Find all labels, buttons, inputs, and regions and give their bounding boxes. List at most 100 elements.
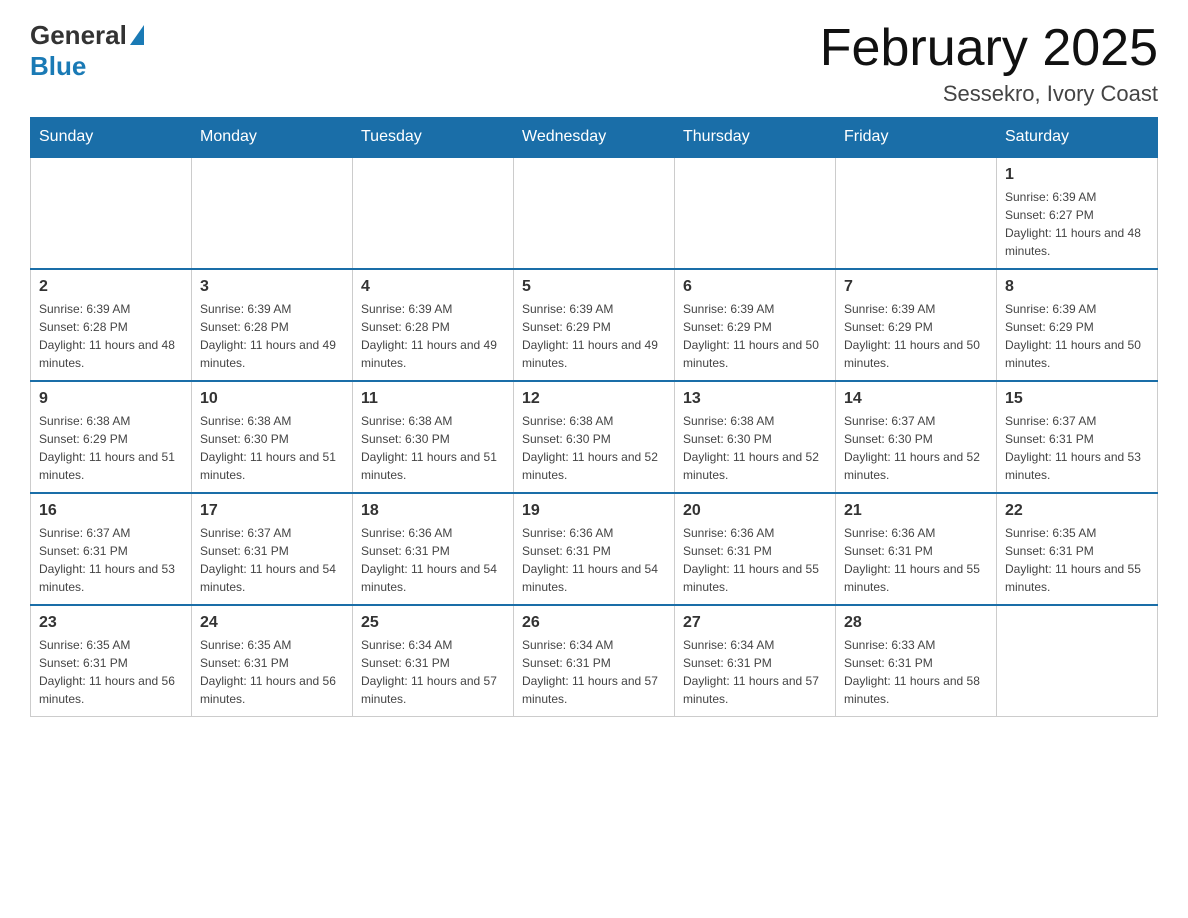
calendar-cell: 13 Sunrise: 6:38 AMSunset: 6:30 PMDayligh… bbox=[675, 381, 836, 493]
calendar-cell bbox=[353, 157, 514, 269]
day-info: Sunrise: 6:39 AMSunset: 6:29 PMDaylight:… bbox=[522, 300, 666, 372]
calendar-table: SundayMondayTuesdayWednesdayThursdayFrid… bbox=[30, 117, 1158, 717]
day-info: Sunrise: 6:39 AMSunset: 6:27 PMDaylight:… bbox=[1005, 188, 1149, 260]
day-info: Sunrise: 6:38 AMSunset: 6:30 PMDaylight:… bbox=[361, 412, 505, 484]
calendar-cell bbox=[836, 157, 997, 269]
calendar-cell: 8 Sunrise: 6:39 AMSunset: 6:29 PMDaylight… bbox=[997, 269, 1158, 381]
calendar-cell: 18 Sunrise: 6:36 AMSunset: 6:31 PMDayligh… bbox=[353, 493, 514, 605]
day-number: 19 bbox=[522, 502, 666, 520]
calendar-cell: 14Sunrise: 6:37 AMSunset: 6:30 PMDayligh… bbox=[836, 381, 997, 493]
day-number: 14 bbox=[844, 390, 988, 408]
calendar-cell: 23 Sunrise: 6:35 AMSunset: 6:31 PMDayligh… bbox=[31, 605, 192, 717]
calendar-cell: 12 Sunrise: 6:38 AMSunset: 6:30 PMDayligh… bbox=[514, 381, 675, 493]
day-number: 18 bbox=[361, 502, 505, 520]
day-info: Sunrise: 6:39 AMSunset: 6:28 PMDaylight:… bbox=[39, 300, 183, 372]
calendar-cell: 19 Sunrise: 6:36 AMSunset: 6:31 PMDayligh… bbox=[514, 493, 675, 605]
day-number: 8 bbox=[1005, 278, 1149, 296]
day-number: 9 bbox=[39, 390, 183, 408]
week-row-3: 9 Sunrise: 6:38 AMSunset: 6:29 PMDaylight… bbox=[31, 381, 1158, 493]
calendar-title: February 2025 bbox=[820, 20, 1158, 77]
calendar-cell bbox=[31, 157, 192, 269]
calendar-cell: 9 Sunrise: 6:38 AMSunset: 6:29 PMDaylight… bbox=[31, 381, 192, 493]
calendar-cell: 10 Sunrise: 6:38 AMSunset: 6:30 PMDayligh… bbox=[192, 381, 353, 493]
day-number: 10 bbox=[200, 390, 344, 408]
day-number: 23 bbox=[39, 614, 183, 632]
day-info: Sunrise: 6:38 AMSunset: 6:30 PMDaylight:… bbox=[683, 412, 827, 484]
day-number: 3 bbox=[200, 278, 344, 296]
calendar-cell: 17Sunrise: 6:37 AMSunset: 6:31 PMDayligh… bbox=[192, 493, 353, 605]
calendar-cell bbox=[514, 157, 675, 269]
day-number: 24 bbox=[200, 614, 344, 632]
day-info: Sunrise: 6:36 AMSunset: 6:31 PMDaylight:… bbox=[522, 524, 666, 596]
day-number: 21 bbox=[844, 502, 988, 520]
weekday-header-monday: Monday bbox=[192, 118, 353, 158]
weekday-header-friday: Friday bbox=[836, 118, 997, 158]
day-info: Sunrise: 6:35 AMSunset: 6:31 PMDaylight:… bbox=[200, 636, 344, 708]
calendar-subtitle: Sessekro, Ivory Coast bbox=[820, 81, 1158, 107]
calendar-cell: 3 Sunrise: 6:39 AMSunset: 6:28 PMDaylight… bbox=[192, 269, 353, 381]
logo-triangle-icon bbox=[130, 25, 144, 45]
day-info: Sunrise: 6:34 AMSunset: 6:31 PMDaylight:… bbox=[361, 636, 505, 708]
day-info: Sunrise: 6:33 AMSunset: 6:31 PMDaylight:… bbox=[844, 636, 988, 708]
calendar-cell: 16Sunrise: 6:37 AMSunset: 6:31 PMDayligh… bbox=[31, 493, 192, 605]
day-number: 20 bbox=[683, 502, 827, 520]
day-number: 4 bbox=[361, 278, 505, 296]
calendar-cell: 2 Sunrise: 6:39 AMSunset: 6:28 PMDaylight… bbox=[31, 269, 192, 381]
day-number: 17 bbox=[200, 502, 344, 520]
day-number: 11 bbox=[361, 390, 505, 408]
day-number: 15 bbox=[1005, 390, 1149, 408]
weekday-header-tuesday: Tuesday bbox=[353, 118, 514, 158]
calendar-cell: 28 Sunrise: 6:33 AMSunset: 6:31 PMDayligh… bbox=[836, 605, 997, 717]
calendar-cell bbox=[675, 157, 836, 269]
day-info: Sunrise: 6:37 AMSunset: 6:31 PMDaylight:… bbox=[1005, 412, 1149, 484]
day-number: 27 bbox=[683, 614, 827, 632]
day-info: Sunrise: 6:36 AMSunset: 6:31 PMDaylight:… bbox=[361, 524, 505, 596]
week-row-1: 1 Sunrise: 6:39 AMSunset: 6:27 PMDaylight… bbox=[31, 157, 1158, 269]
day-info: Sunrise: 6:35 AMSunset: 6:31 PMDaylight:… bbox=[1005, 524, 1149, 596]
calendar-cell: 6Sunrise: 6:39 AMSunset: 6:29 PMDaylight… bbox=[675, 269, 836, 381]
day-number: 2 bbox=[39, 278, 183, 296]
day-number: 26 bbox=[522, 614, 666, 632]
calendar-cell: 25 Sunrise: 6:34 AMSunset: 6:31 PMDayligh… bbox=[353, 605, 514, 717]
day-info: Sunrise: 6:39 AMSunset: 6:28 PMDaylight:… bbox=[200, 300, 344, 372]
day-info: Sunrise: 6:34 AMSunset: 6:31 PMDaylight:… bbox=[522, 636, 666, 708]
day-info: Sunrise: 6:34 AMSunset: 6:31 PMDaylight:… bbox=[683, 636, 827, 708]
calendar-cell bbox=[192, 157, 353, 269]
day-info: Sunrise: 6:35 AMSunset: 6:31 PMDaylight:… bbox=[39, 636, 183, 708]
page-header: General Blue February 2025 Sessekro, Ivo… bbox=[30, 20, 1158, 107]
title-section: February 2025 Sessekro, Ivory Coast bbox=[820, 20, 1158, 107]
calendar-cell: 27 Sunrise: 6:34 AMSunset: 6:31 PMDayligh… bbox=[675, 605, 836, 717]
calendar-cell: 26 Sunrise: 6:34 AMSunset: 6:31 PMDayligh… bbox=[514, 605, 675, 717]
calendar-cell: 15 Sunrise: 6:37 AMSunset: 6:31 PMDayligh… bbox=[997, 381, 1158, 493]
day-number: 13 bbox=[683, 390, 827, 408]
logo-general-text: General bbox=[30, 20, 127, 51]
day-number: 5 bbox=[522, 278, 666, 296]
day-info: Sunrise: 6:39 AMSunset: 6:29 PMDaylight:… bbox=[844, 300, 988, 372]
week-row-5: 23 Sunrise: 6:35 AMSunset: 6:31 PMDayligh… bbox=[31, 605, 1158, 717]
day-info: Sunrise: 6:38 AMSunset: 6:30 PMDaylight:… bbox=[522, 412, 666, 484]
day-number: 7 bbox=[844, 278, 988, 296]
calendar-cell: 1 Sunrise: 6:39 AMSunset: 6:27 PMDaylight… bbox=[997, 157, 1158, 269]
day-number: 22 bbox=[1005, 502, 1149, 520]
day-info: Sunrise: 6:38 AMSunset: 6:30 PMDaylight:… bbox=[200, 412, 344, 484]
weekday-header-saturday: Saturday bbox=[997, 118, 1158, 158]
calendar-cell bbox=[997, 605, 1158, 717]
day-number: 12 bbox=[522, 390, 666, 408]
day-info: Sunrise: 6:36 AMSunset: 6:31 PMDaylight:… bbox=[844, 524, 988, 596]
week-row-4: 16Sunrise: 6:37 AMSunset: 6:31 PMDayligh… bbox=[31, 493, 1158, 605]
day-info: Sunrise: 6:39 AMSunset: 6:29 PMDaylight:… bbox=[683, 300, 827, 372]
day-number: 25 bbox=[361, 614, 505, 632]
day-number: 1 bbox=[1005, 166, 1149, 184]
weekday-header-sunday: Sunday bbox=[31, 118, 192, 158]
logo-blue-text: Blue bbox=[30, 51, 86, 82]
calendar-cell: 11 Sunrise: 6:38 AMSunset: 6:30 PMDayligh… bbox=[353, 381, 514, 493]
calendar-cell: 4Sunrise: 6:39 AMSunset: 6:28 PMDaylight… bbox=[353, 269, 514, 381]
day-info: Sunrise: 6:38 AMSunset: 6:29 PMDaylight:… bbox=[39, 412, 183, 484]
calendar-cell: 22 Sunrise: 6:35 AMSunset: 6:31 PMDayligh… bbox=[997, 493, 1158, 605]
day-info: Sunrise: 6:39 AMSunset: 6:29 PMDaylight:… bbox=[1005, 300, 1149, 372]
calendar-cell: 21 Sunrise: 6:36 AMSunset: 6:31 PMDayligh… bbox=[836, 493, 997, 605]
calendar-cell: 24 Sunrise: 6:35 AMSunset: 6:31 PMDayligh… bbox=[192, 605, 353, 717]
day-number: 28 bbox=[844, 614, 988, 632]
day-info: Sunrise: 6:36 AMSunset: 6:31 PMDaylight:… bbox=[683, 524, 827, 596]
calendar-cell: 5 Sunrise: 6:39 AMSunset: 6:29 PMDaylight… bbox=[514, 269, 675, 381]
